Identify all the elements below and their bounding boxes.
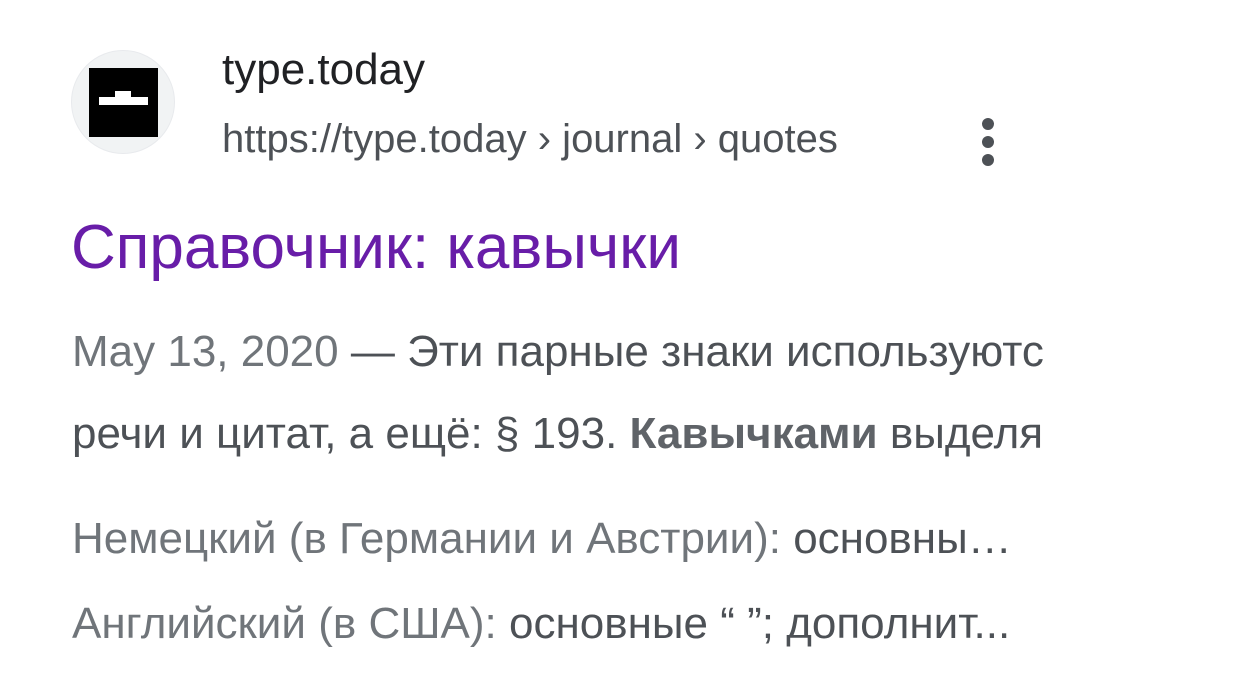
sitelink-text: основны…: [793, 514, 1012, 563]
sitelink-english[interactable]: Английский (в США): основные “ ”; дополн…: [72, 596, 1010, 652]
search-result: type.today https://type.today › journal …: [0, 0, 1243, 675]
snippet-line: May 13, 2020 — Эти парные знаки использу…: [72, 324, 1044, 380]
sitelink-label: Английский (в США):: [72, 599, 509, 648]
type-today-logo-icon: [89, 68, 158, 137]
site-name[interactable]: type.today: [222, 44, 425, 96]
snippet-text: выделя: [877, 409, 1044, 458]
more-vert-icon: [982, 118, 994, 130]
breadcrumb-url[interactable]: https://type.today › journal › quotes: [222, 114, 838, 164]
sitelink-german[interactable]: Немецкий (в Германии и Австрии): основны…: [72, 511, 1012, 567]
snippet-date: May 13, 2020: [72, 327, 339, 376]
snippet-text: речи и цитат, а ещё: § 193.: [72, 409, 630, 458]
snippet-highlight: Кавычками: [629, 409, 878, 458]
result-title-link[interactable]: Справочник: кавычки: [71, 210, 681, 286]
sitelink-label: Немецкий (в Германии и Австрии):: [72, 514, 794, 563]
more-options-button[interactable]: [970, 114, 1008, 170]
site-favicon[interactable]: [71, 50, 175, 154]
snippet-text: — Эти парные знаки используютс: [338, 327, 1044, 376]
sitelink-text: основные “ ”; дополнит...: [509, 599, 1011, 648]
snippet-line: речи и цитат, а ещё: § 193. Кавычками вы…: [72, 406, 1043, 462]
